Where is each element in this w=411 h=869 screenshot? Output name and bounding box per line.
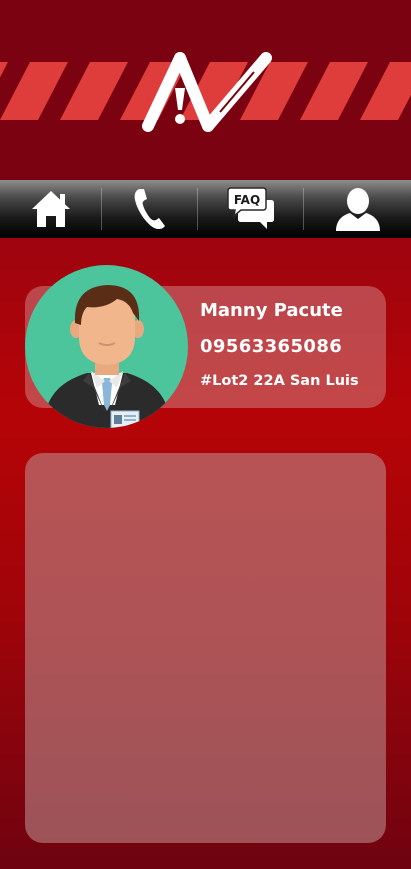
phone-icon xyxy=(134,189,165,230)
bottom-navigation: FAQ xyxy=(0,180,411,238)
faq-badge-text: FAQ xyxy=(233,193,259,207)
app-logo xyxy=(142,52,272,132)
home-icon xyxy=(31,191,70,227)
profile-name: Manny Pacute xyxy=(200,300,343,321)
profile-address: #Lot2 22A San Luis xyxy=(200,373,359,389)
nav-profile-button[interactable] xyxy=(304,180,411,238)
profile-avatar[interactable] xyxy=(25,265,188,428)
faq-chat-icon: FAQ xyxy=(226,187,274,229)
nav-home-button[interactable] xyxy=(0,180,101,238)
nav-call-button[interactable] xyxy=(102,180,197,238)
app-header xyxy=(0,0,411,180)
nav-faq-button[interactable]: FAQ xyxy=(198,180,303,238)
content-panel xyxy=(25,453,386,843)
businessman-avatar-icon xyxy=(45,285,169,428)
exclamation-icon xyxy=(175,88,185,124)
profile-phone: 09563365086 xyxy=(200,336,343,357)
user-icon xyxy=(335,188,380,231)
